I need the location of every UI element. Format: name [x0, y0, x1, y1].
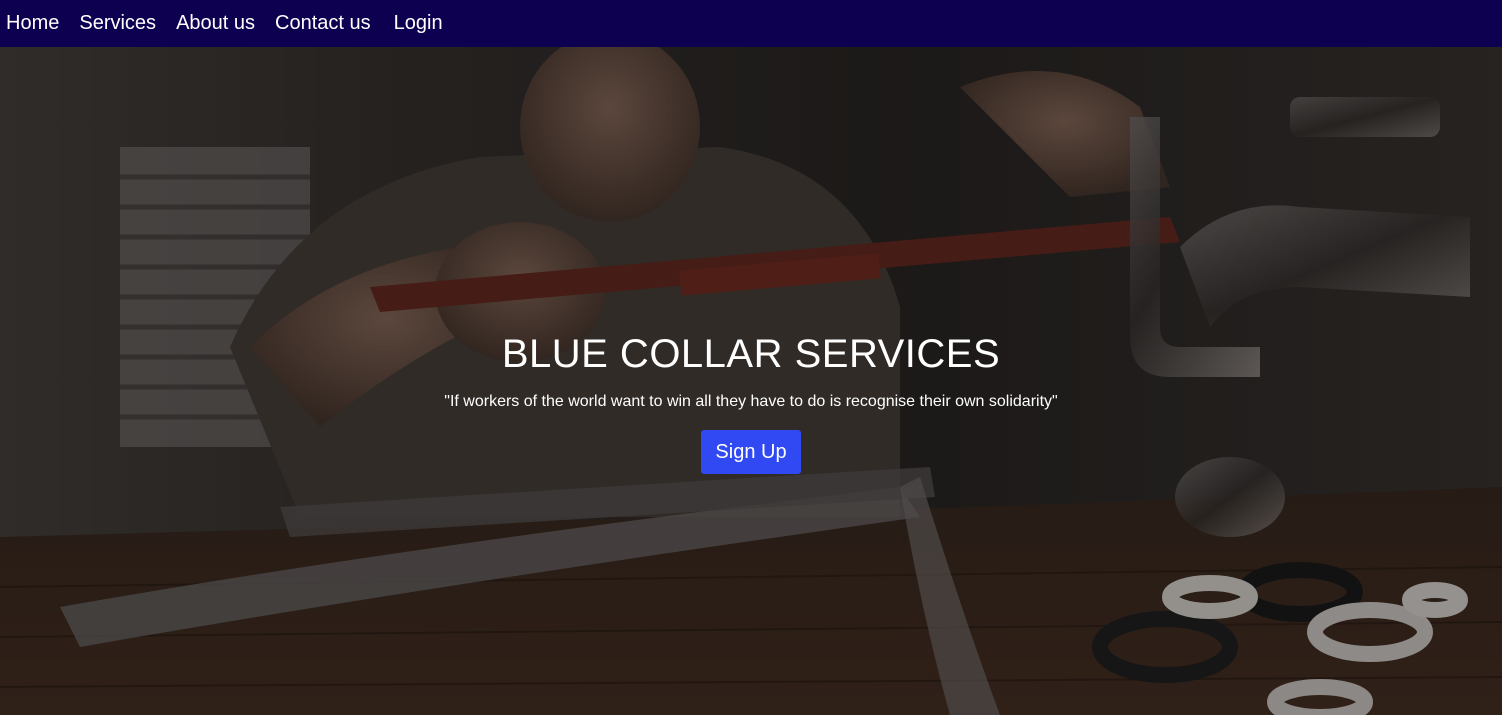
nav-about-link[interactable]: About us: [176, 0, 255, 47]
nav-login-link[interactable]: Login: [394, 0, 443, 47]
nav-contact-link[interactable]: Contact us: [275, 0, 371, 47]
hero-content: BLUE COLLAR SERVICES "If workers of the …: [0, 330, 1502, 474]
nav-services-link[interactable]: Services: [79, 0, 156, 47]
signup-button[interactable]: Sign Up: [701, 430, 801, 474]
hero-quote: "If workers of the world want to win all…: [444, 393, 1058, 410]
nav-home-link[interactable]: Home: [6, 0, 59, 47]
top-navbar: Home Services About us Contact us Login: [0, 0, 1502, 47]
hero-section: BLUE COLLAR SERVICES "If workers of the …: [0, 47, 1502, 715]
hero-title: BLUE COLLAR SERVICES: [501, 332, 1001, 376]
